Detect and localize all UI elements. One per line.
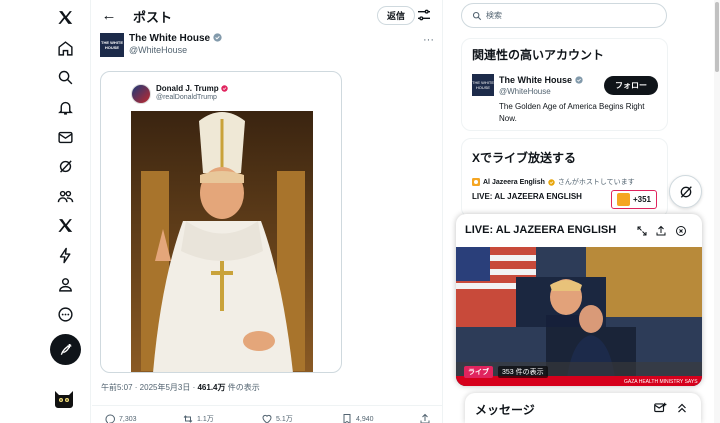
post-timestamp-views: 午前5:07 · 2025年5月3日 · 461.4万 件の表示 <box>101 382 260 393</box>
quoted-name-text: Donald J. Trump <box>156 84 219 93</box>
share-action[interactable] <box>419 413 431 423</box>
verified-badge-icon <box>548 178 555 186</box>
post-header: ← ポスト 返信 <box>92 0 443 30</box>
related-bio: The Golden Age of America Begins Right N… <box>499 102 645 123</box>
verified-badge-icon <box>221 85 228 92</box>
black-cat-icon <box>55 391 73 408</box>
al-jazeera-logo-icon <box>472 178 480 186</box>
more-icon[interactable] <box>50 299 80 329</box>
heart-icon <box>262 414 272 423</box>
live-host-suffix: さんがホストしています <box>557 179 635 186</box>
live-label: ライブ <box>464 366 493 378</box>
follow-button[interactable]: フォロー <box>604 76 658 95</box>
repost-icon <box>183 415 193 423</box>
messages-title: メッセージ <box>475 403 535 417</box>
reply-button[interactable]: 返信 <box>377 6 416 25</box>
profile-icon[interactable] <box>50 269 80 299</box>
bookmark-action[interactable]: 4,940 <box>341 413 374 423</box>
search-placeholder: 検索 <box>486 11 502 20</box>
reply-count: 7,303 <box>119 415 137 423</box>
grok-icon[interactable] <box>50 151 80 181</box>
live-on-x-panel: Xでライブ放送する Al Jazeera English さんがホストしています… <box>461 138 668 218</box>
chevrons-up-icon[interactable] <box>675 401 689 415</box>
like-count: 5.1万 <box>276 416 293 423</box>
grok-float-button[interactable] <box>669 175 702 208</box>
news-ticker-text: GAZA HEALTH MINISTRY SAYS <box>624 379 698 385</box>
listener-count: +351 <box>632 195 652 204</box>
live-host[interactable]: Al Jazeera English さんがホストしています <box>472 177 635 187</box>
close-icon[interactable] <box>674 224 687 237</box>
related-accounts-panel: 関連性の高いアカウント THE WHITE HOUSE The White Ho… <box>461 38 668 131</box>
x-logo-icon[interactable] <box>50 2 80 32</box>
like-action[interactable]: 5.1万 <box>261 413 293 423</box>
live-broadcast-title[interactable]: LIVE: AL JAZEERA ENGLISH <box>472 192 582 201</box>
communities-icon[interactable] <box>50 181 80 211</box>
related-handle[interactable]: @WhiteHouse <box>499 87 551 96</box>
author-avatar[interactable]: THE WHITE HOUSE <box>100 33 124 57</box>
author-handle[interactable]: @WhiteHouse <box>129 45 187 55</box>
quoted-post-card[interactable]: Donald J. Trump @realDonaldTrump <box>100 71 342 373</box>
premium-icon[interactable] <box>50 210 80 240</box>
live-video[interactable]: GAZA HEALTH MINISTRY SAYS ライブ 353 件の表示 <box>456 247 702 386</box>
messages-icon[interactable] <box>50 122 80 152</box>
repost-action[interactable]: 1.1万 <box>182 413 214 423</box>
bookmark-icon <box>343 414 351 423</box>
share-icon[interactable] <box>654 224 667 237</box>
reply-action[interactable]: 7,303 <box>104 413 137 423</box>
listener-avatar-icon <box>616 193 630 206</box>
back-arrow-icon[interactable]: ← <box>100 6 118 24</box>
views-count: 461.4万 <box>197 383 226 392</box>
new-message-icon[interactable] <box>653 401 667 415</box>
quoted-author-name: Donald J. Trump <box>156 84 228 93</box>
notifications-icon[interactable] <box>50 92 80 122</box>
search-icon <box>472 11 482 20</box>
live-host-name: Al Jazeera English <box>483 178 545 186</box>
messages-drawer[interactable]: メッセージ <box>465 393 701 423</box>
post-detail-column: ← ポスト 返信 THE WHITE HOUSE The White House… <box>92 0 443 423</box>
reply-icon <box>105 414 115 423</box>
quoted-author-avatar <box>131 84 151 104</box>
feather-plus-icon <box>60 343 71 355</box>
related-name-text: The White House <box>499 75 573 85</box>
sliders-icon[interactable] <box>416 7 432 23</box>
home-icon[interactable] <box>50 33 80 63</box>
page-scrollbar[interactable] <box>714 0 720 423</box>
views-label: 353 件の表示 <box>498 366 548 378</box>
more-options-icon[interactable]: ··· <box>423 34 434 46</box>
video-frame: GAZA HEALTH MINISTRY SAYS <box>456 247 702 386</box>
verified-badge-icon <box>574 76 583 84</box>
post-actions: 7,303 1.1万 5.1万 4,940 <box>92 405 443 423</box>
live-section-title: Xでライブ放送する <box>472 151 577 165</box>
share-icon <box>420 413 430 423</box>
verified-badge-icon <box>213 33 222 42</box>
live-broadcast-popup[interactable]: LIVE: AL JAZEERA ENGLISH GAZA HEALTH MIN… <box>456 214 702 386</box>
grok-icon <box>680 185 692 198</box>
author-name[interactable]: The White House <box>129 33 222 44</box>
quoted-author-handle: @realDonaldTrump <box>156 94 217 101</box>
scrollbar-thumb[interactable] <box>715 2 719 72</box>
left-nav <box>0 0 91 423</box>
search-input[interactable]: 検索 <box>461 3 667 28</box>
related-name[interactable]: The White House <box>499 75 583 85</box>
repost-count: 1.1万 <box>197 416 214 423</box>
page-title: ポスト <box>133 10 173 25</box>
popup-title: LIVE: AL JAZEERA ENGLISH <box>465 224 617 236</box>
related-title: 関連性の高いアカウント <box>472 48 605 62</box>
views-suffix: 件の表示 <box>225 383 260 392</box>
bookmark-count: 4,940 <box>356 415 374 423</box>
expand-icon[interactable] <box>635 224 648 237</box>
author-name-text: The White House <box>129 33 211 44</box>
post-image[interactable] <box>131 111 313 372</box>
account-avatar[interactable] <box>52 386 76 410</box>
post-timestamp[interactable]: 午前5:07 · 2025年5月3日 · <box>101 383 197 392</box>
listener-badge[interactable]: +351 <box>611 190 657 209</box>
related-avatar[interactable]: THE WHITE HOUSE <box>472 74 494 96</box>
verified-orgs-icon[interactable] <box>50 240 80 270</box>
explore-icon[interactable] <box>50 62 80 92</box>
compose-post-button[interactable] <box>50 334 81 365</box>
